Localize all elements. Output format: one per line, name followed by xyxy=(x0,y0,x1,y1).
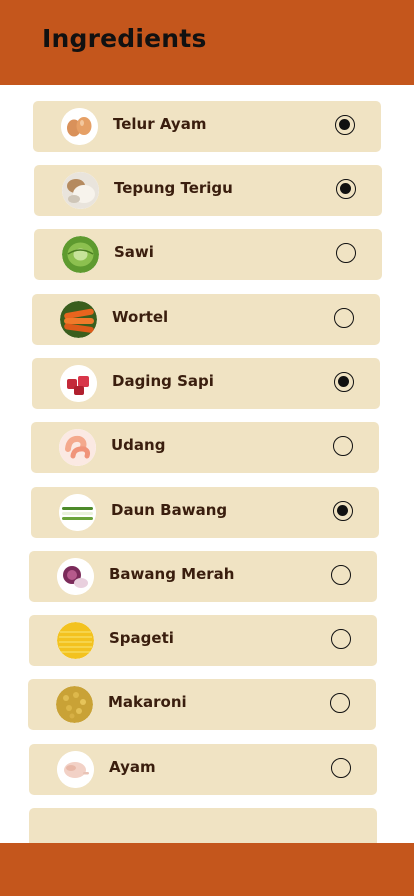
ingredient-radio[interactable] xyxy=(333,436,353,456)
ingredient-label: Daging Sapi xyxy=(112,372,214,390)
ingredient-radio[interactable] xyxy=(331,758,351,778)
ingredient-label: Ayam xyxy=(109,758,156,776)
ingredient-item-udang[interactable]: Udang xyxy=(31,422,379,473)
mustard-greens-icon xyxy=(62,236,99,273)
ingredient-radio[interactable] xyxy=(336,179,356,199)
flour-icon xyxy=(62,172,99,209)
ingredient-label: Tepung Terigu xyxy=(114,179,233,197)
ingredient-item-daun-bawang[interactable]: Daun Bawang xyxy=(31,487,379,538)
page-title: Ingredients xyxy=(42,24,207,53)
egg-icon xyxy=(61,108,98,145)
beef-icon xyxy=(60,365,97,402)
ingredient-label: Wortel xyxy=(112,308,169,326)
ingredient-radio[interactable] xyxy=(335,115,355,135)
chicken-icon xyxy=(57,751,94,788)
ingredient-label: Udang xyxy=(111,436,166,454)
macaroni-icon xyxy=(56,686,93,723)
ingredient-radio[interactable] xyxy=(336,243,356,263)
carrot-icon xyxy=(60,301,97,338)
ingredient-list: Telur Ayam Tepung Terigu Sawi Wortel Dag… xyxy=(0,0,414,896)
ingredient-label: Telur Ayam xyxy=(113,115,207,133)
ingredient-radio[interactable] xyxy=(333,501,353,521)
ingredient-item-ayam[interactable]: Ayam xyxy=(29,744,377,795)
spaghetti-icon xyxy=(57,622,94,659)
shrimp-icon xyxy=(59,429,96,466)
ingredient-label: Makaroni xyxy=(108,693,187,711)
ingredient-radio[interactable] xyxy=(334,308,354,328)
ingredient-item-telur-ayam[interactable]: Telur Ayam xyxy=(33,101,381,152)
ingredient-item-sawi[interactable]: Sawi xyxy=(34,229,382,280)
ingredient-radio[interactable] xyxy=(334,372,354,392)
bottom-bar xyxy=(0,843,414,896)
ingredient-radio[interactable] xyxy=(331,565,351,585)
shallot-icon xyxy=(57,558,94,595)
ingredient-item-tepung-terigu[interactable]: Tepung Terigu xyxy=(34,165,382,216)
ingredient-item-spageti[interactable]: Spageti xyxy=(29,615,377,666)
ingredient-item-wortel[interactable]: Wortel xyxy=(32,294,380,345)
scallion-icon xyxy=(59,494,96,531)
ingredient-label: Spageti xyxy=(109,629,174,647)
ingredient-radio[interactable] xyxy=(331,629,351,649)
ingredient-item-daging-sapi[interactable]: Daging Sapi xyxy=(32,358,380,409)
ingredient-label: Daun Bawang xyxy=(111,501,228,519)
ingredient-label: Sawi xyxy=(114,243,154,261)
app-header: Ingredients xyxy=(0,0,414,85)
ingredient-item-makaroni[interactable]: Makaroni xyxy=(28,679,376,730)
ingredient-radio[interactable] xyxy=(330,693,350,713)
ingredient-item-bawang-merah[interactable]: Bawang Merah xyxy=(29,551,377,602)
ingredient-label: Bawang Merah xyxy=(109,565,235,583)
